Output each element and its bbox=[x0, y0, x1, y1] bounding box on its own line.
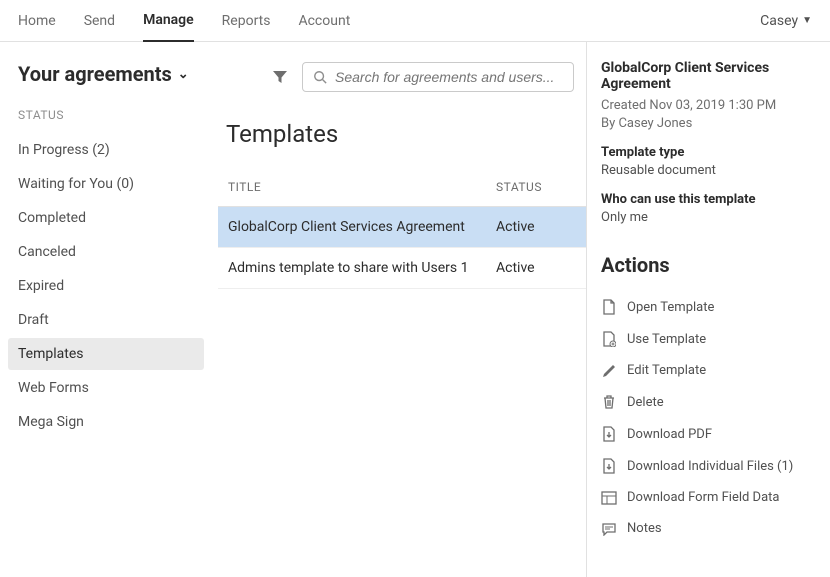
row-title: Admins template to share with Users 1 bbox=[228, 260, 496, 276]
document-icon bbox=[601, 299, 617, 315]
panel-by: By Casey Jones bbox=[601, 116, 818, 131]
user-name: Casey bbox=[760, 13, 798, 29]
row-status: Active bbox=[496, 260, 576, 276]
tab-reports[interactable]: Reports bbox=[222, 0, 271, 42]
chevron-down-icon: ⌄ bbox=[178, 67, 189, 82]
document-add-icon bbox=[601, 331, 617, 347]
sidebar-item-mega-sign[interactable]: Mega Sign bbox=[8, 406, 204, 438]
sidebar-item-web-forms[interactable]: Web Forms bbox=[8, 372, 204, 404]
actions-heading: Actions bbox=[601, 253, 818, 277]
table-header: TITLE STATUS bbox=[218, 168, 586, 207]
action-label: Download PDF bbox=[627, 427, 712, 442]
panel-type-value: Reusable document bbox=[601, 163, 818, 178]
action-label: Use Template bbox=[627, 332, 706, 347]
table-row[interactable]: Admins template to share with Users 1 Ac… bbox=[218, 248, 586, 289]
tab-send[interactable]: Send bbox=[84, 0, 115, 42]
action-label: Download Form Field Data bbox=[627, 490, 779, 505]
sidebar: Your agreements ⌄ STATUS In Progress (2)… bbox=[0, 42, 212, 577]
action-edit-template[interactable]: Edit Template bbox=[601, 355, 818, 386]
top-nav: Home Send Manage Reports Account Casey ▼ bbox=[0, 0, 830, 42]
action-download-form-data[interactable]: Download Form Field Data bbox=[601, 482, 818, 513]
sidebar-title-dropdown[interactable]: Your agreements ⌄ bbox=[18, 62, 194, 86]
download-form-icon bbox=[601, 491, 617, 505]
filter-icon[interactable] bbox=[272, 69, 288, 85]
col-status-header: STATUS bbox=[496, 180, 576, 194]
sidebar-section-label: STATUS bbox=[18, 108, 194, 122]
action-label: Open Template bbox=[627, 300, 714, 315]
action-label: Edit Template bbox=[627, 363, 706, 378]
pencil-icon bbox=[601, 364, 617, 378]
sidebar-item-expired[interactable]: Expired bbox=[8, 270, 204, 302]
sidebar-item-completed[interactable]: Completed bbox=[8, 202, 204, 234]
panel-who-value: Only me bbox=[601, 210, 818, 225]
tab-account[interactable]: Account bbox=[298, 0, 350, 42]
sidebar-item-in-progress[interactable]: In Progress (2) bbox=[8, 134, 204, 166]
tab-home[interactable]: Home bbox=[18, 0, 56, 42]
user-menu[interactable]: Casey ▼ bbox=[760, 13, 812, 29]
download-icon bbox=[601, 426, 617, 442]
sidebar-item-draft[interactable]: Draft bbox=[8, 304, 204, 336]
action-use-template[interactable]: Use Template bbox=[601, 323, 818, 355]
search-input[interactable] bbox=[335, 69, 563, 85]
details-panel: GlobalCorp Client Services Agreement Cre… bbox=[586, 42, 830, 577]
caret-down-icon: ▼ bbox=[802, 15, 812, 26]
panel-created: Created Nov 03, 2019 1:30 PM bbox=[601, 98, 818, 113]
tab-manage[interactable]: Manage bbox=[143, 0, 194, 42]
action-label: Delete bbox=[627, 395, 664, 410]
templates-table: TITLE STATUS GlobalCorp Client Services … bbox=[218, 168, 586, 289]
col-title-header: TITLE bbox=[228, 180, 496, 194]
sidebar-item-templates[interactable]: Templates bbox=[8, 338, 204, 370]
action-label: Notes bbox=[627, 521, 662, 536]
action-download-files[interactable]: Download Individual Files (1) bbox=[601, 450, 818, 482]
panel-type-label: Template type bbox=[601, 145, 818, 160]
panel-who-label: Who can use this template bbox=[601, 192, 818, 207]
action-label: Download Individual Files (1) bbox=[627, 459, 793, 474]
action-notes[interactable]: Notes bbox=[601, 513, 818, 544]
sidebar-title-text: Your agreements bbox=[18, 62, 172, 86]
action-open-template[interactable]: Open Template bbox=[601, 291, 818, 323]
panel-title: GlobalCorp Client Services Agreement bbox=[601, 60, 818, 92]
download-files-icon bbox=[601, 458, 617, 474]
row-status: Active bbox=[496, 219, 576, 235]
table-row[interactable]: GlobalCorp Client Services Agreement Act… bbox=[218, 207, 586, 248]
sidebar-item-canceled[interactable]: Canceled bbox=[8, 236, 204, 268]
search-box[interactable] bbox=[302, 62, 574, 92]
action-download-pdf[interactable]: Download PDF bbox=[601, 418, 818, 450]
toolbar bbox=[272, 62, 586, 92]
action-delete[interactable]: Delete bbox=[601, 386, 818, 418]
page-heading: Templates bbox=[226, 120, 586, 148]
trash-icon bbox=[601, 394, 617, 410]
row-title: GlobalCorp Client Services Agreement bbox=[228, 219, 496, 235]
search-icon bbox=[313, 70, 327, 84]
sidebar-item-waiting[interactable]: Waiting for You (0) bbox=[8, 168, 204, 200]
main-area: Templates TITLE STATUS GlobalCorp Client… bbox=[212, 42, 586, 577]
note-icon bbox=[601, 522, 617, 536]
